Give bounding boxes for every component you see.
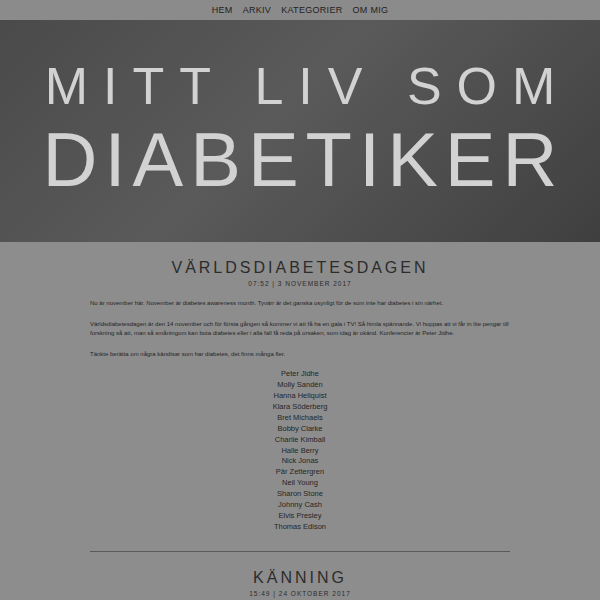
celebrity-name: Hanna Hellquist	[90, 391, 510, 402]
post: VÄRLDSDIABETESDAGEN 07:52 | 3 NOVEMBER 20…	[90, 242, 510, 533]
post-paragraph: Nu är november här. November är diabetes…	[90, 299, 510, 308]
celebrity-list: Peter JidheMolly SandénHanna HellquistKl…	[90, 369, 510, 533]
celebrity-name: Elvis Presley	[90, 511, 510, 522]
nav-item[interactable]: ARKIV	[243, 5, 272, 15]
celebrity-name: Peter Jidhe	[90, 369, 510, 380]
celebrity-name: Johnny Cash	[90, 500, 510, 511]
nav-item[interactable]: KATEGORIER	[281, 5, 342, 15]
blog-page: HEM ARKIV KATEGORIER OM MIG MITT LIV SOM DIAB…	[0, 0, 600, 600]
celebrity-name: Neil Young	[90, 478, 510, 489]
blog-title-line: MITT LIV SOM	[30, 60, 571, 112]
post-title[interactable]: KÄNNING	[90, 568, 510, 587]
post: KÄNNING 15:49 | 24 OKTOBER 2017	[90, 552, 510, 597]
top-nav: HEM ARKIV KATEGORIER OM MIG	[0, 0, 600, 20]
nav-item[interactable]: HEM	[212, 5, 233, 15]
celebrity-name: Charlie Kimball	[90, 435, 510, 446]
post-list: VÄRLDSDIABETESDAGEN 07:52 | 3 NOVEMBER 20…	[90, 242, 510, 600]
post-meta: 07:52 | 3 NOVEMBER 2017	[90, 280, 510, 287]
post-separator	[90, 551, 510, 552]
post-title[interactable]: VÄRLDSDIABETESDAGEN	[90, 258, 510, 277]
post-paragraph: Världsdiabetesdagen är den 14 november o…	[90, 320, 510, 338]
celebrity-name: Bobby Clarke	[90, 424, 510, 435]
celebrity-name: Klara Söderberg	[90, 402, 510, 413]
blog-title-line: DIABETIKER	[36, 122, 565, 198]
celebrity-name: Molly Sandén	[90, 380, 510, 391]
post-meta: 15:49 | 24 OKTOBER 2017	[90, 590, 510, 597]
celebrity-name: Bret Michaels	[90, 413, 510, 424]
celebrity-name: Nick Jonas	[90, 456, 510, 467]
celebrity-name: Thomas Edison	[90, 522, 510, 533]
post-paragraph: Tänkte berätta om några kändisar som har…	[90, 350, 510, 359]
nav-item[interactable]: OM MIG	[352, 5, 388, 15]
celebrity-name: Pär Zettergren	[90, 467, 510, 478]
hero-banner: MITT LIV SOM DIABETIKER	[0, 20, 600, 242]
celebrity-name: Sharon Stone	[90, 489, 510, 500]
celebrity-name: Halle Berry	[90, 446, 510, 457]
